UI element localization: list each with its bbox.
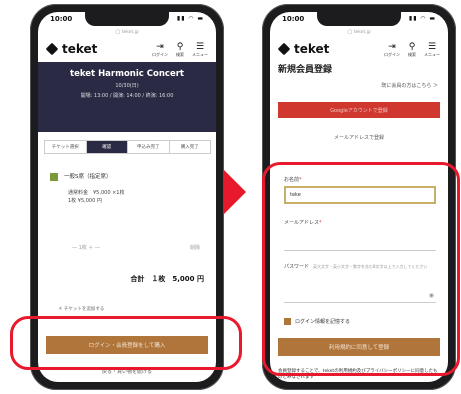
search-icon-button[interactable]: ⚲ 検索 xyxy=(408,42,416,57)
ticket-checkbox[interactable] xyxy=(50,172,58,181)
red-arrow-icon xyxy=(224,170,246,214)
step-2: 確認 xyxy=(85,140,128,154)
menu-icon: ☰ xyxy=(195,41,205,52)
status-time: 10:00 xyxy=(282,15,305,23)
ticket-name: 一般S席（指定席） xyxy=(64,174,112,180)
login-icon-button[interactable]: ⇥ ログイン xyxy=(384,42,400,57)
status-icons: ▮▮ ◠ ▬ xyxy=(176,15,204,22)
step-4: 購入完了 xyxy=(168,140,211,154)
menu-icon-button[interactable]: ☰ メニュー xyxy=(192,42,208,57)
step-1: チケット選択 xyxy=(44,140,87,154)
left-highlight-ring xyxy=(10,316,242,370)
menu-icon-button[interactable]: ☰ メニュー xyxy=(424,42,440,57)
ticket-price: 通常料金 ¥5,000 ×1枚 1枚 ¥5,000 円 xyxy=(68,189,125,204)
logo-text[interactable]: teket xyxy=(294,42,329,56)
notch xyxy=(85,12,169,26)
event-date: 10/30(日) xyxy=(115,83,139,89)
total-amount: 合計 １枚 5,000 円 xyxy=(130,275,204,283)
step-3: 申込み完了 xyxy=(127,140,170,154)
url-bar[interactable]: ◯ teket.jp xyxy=(270,30,448,35)
notch xyxy=(317,12,401,26)
login-icon: ⇥ xyxy=(156,41,164,52)
add-ticket-link[interactable]: ＊ チケットを追加する xyxy=(58,306,104,312)
event-schedule: 開場: 13:00 / 開演: 14:00 / 終演: 16:00 xyxy=(80,93,174,99)
page-title: 新規会員登録 xyxy=(278,65,333,75)
login-icon: ⇥ xyxy=(388,41,396,52)
site-header: teket ⇥ ログイン ⚲ 検索 ☰ メニュー xyxy=(45,38,208,60)
logo-text[interactable]: teket xyxy=(62,42,97,56)
status-time: 10:00 xyxy=(50,15,73,23)
event-banner: teket Harmonic Concert 10/30(日) 開場: 13:0… xyxy=(38,62,216,132)
quantity-stepper[interactable]: ― 1枚 ＋ ― xyxy=(72,244,100,251)
url-bar[interactable]: ◯ teket.jp xyxy=(38,30,216,35)
site-header: teket ⇥ ログイン ⚲ 検索 ☰ メニュー xyxy=(277,38,440,60)
ticket-item: 一般S席（指定席） 通常料金 ¥5,000 ×1枚 1枚 ¥5,000 円 xyxy=(50,172,204,205)
event-title: teket Harmonic Concert xyxy=(70,69,184,79)
search-icon: ⚲ xyxy=(408,41,416,52)
teket-logo-icon[interactable] xyxy=(45,42,59,56)
search-icon-button[interactable]: ⚲ 検索 xyxy=(176,42,184,57)
status-icons: ▮▮ ◠ ▬ xyxy=(408,15,436,22)
quantity-row: ― 1枚 ＋ ― 削除 xyxy=(72,244,200,251)
menu-icon: ☰ xyxy=(427,41,437,52)
right-highlight-ring xyxy=(262,162,460,376)
search-icon: ⚲ xyxy=(176,41,184,52)
teket-logo-icon[interactable] xyxy=(277,42,291,56)
login-icon-button[interactable]: ⇥ ログイン xyxy=(152,42,168,57)
purchase-steps: チケット選択 確認 申込み完了 購入完了 xyxy=(44,140,211,154)
social-register-button[interactable]: Googleアカウントで登録 xyxy=(278,102,440,118)
mail-register-heading: メールアドレスで登録 xyxy=(333,135,384,141)
delete-link[interactable]: 削除 xyxy=(190,244,200,251)
existing-member-link[interactable]: 既に会員の方はこちら ＞ xyxy=(381,82,438,89)
